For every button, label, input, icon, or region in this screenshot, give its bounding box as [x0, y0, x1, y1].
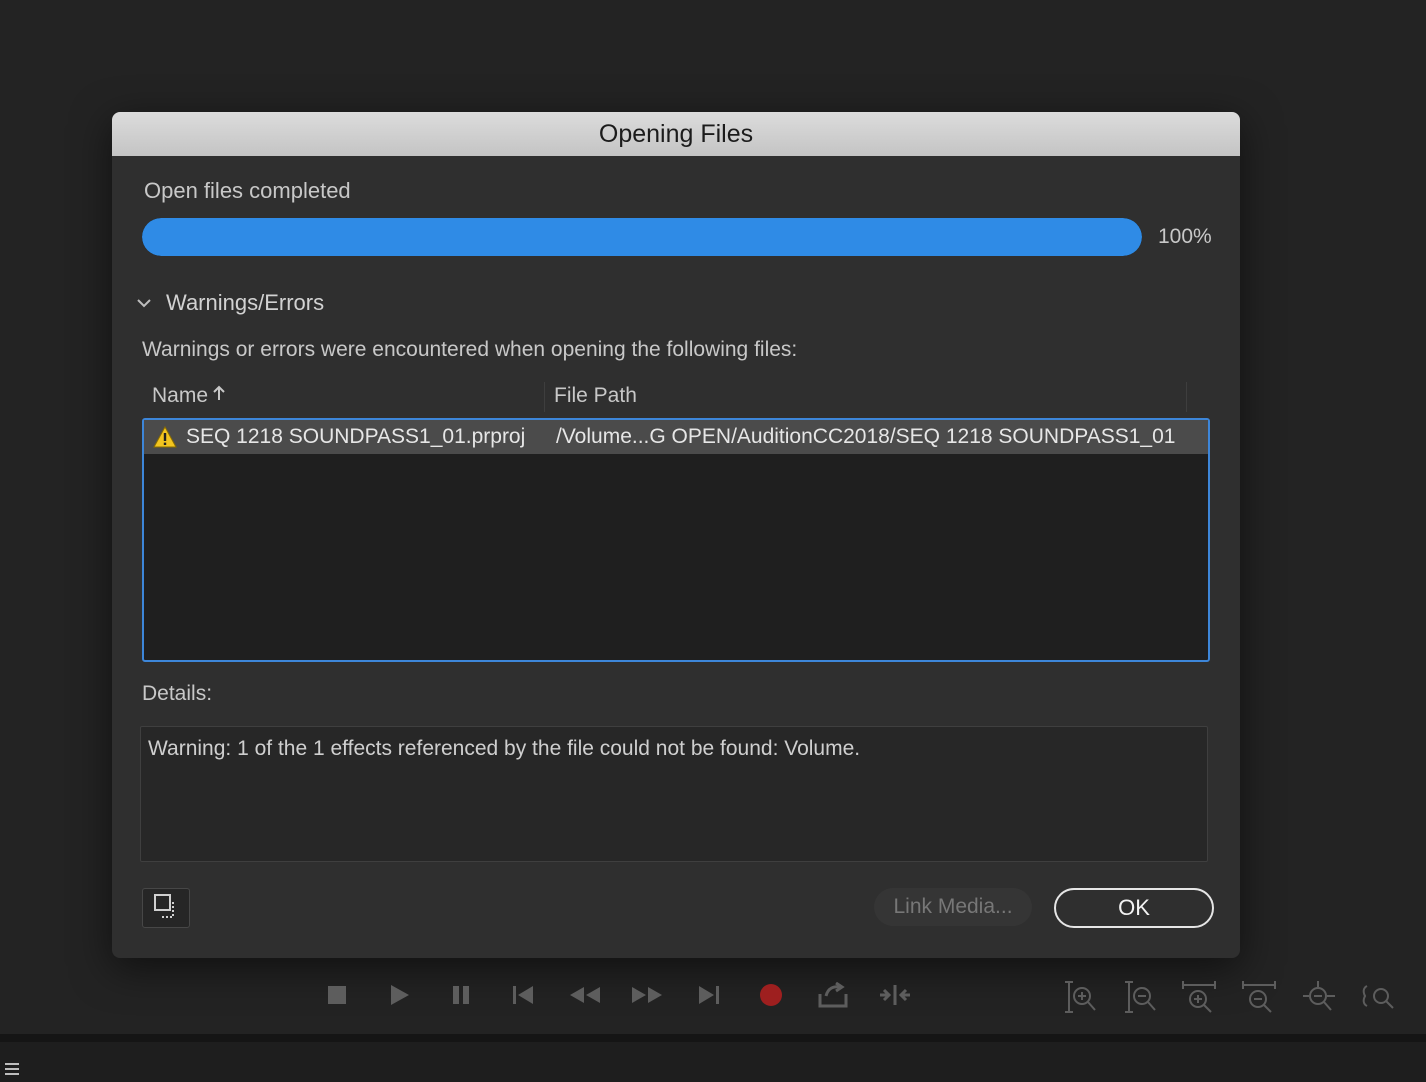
- column-header-file-path[interactable]: File Path: [554, 384, 637, 408]
- zoom-out-time-icon[interactable]: [1240, 978, 1278, 1016]
- menu-icon[interactable]: [4, 1062, 20, 1081]
- bottom-panel: [0, 1042, 1426, 1082]
- warnings-title: Warnings/Errors: [166, 290, 325, 315]
- column-divider[interactable]: [544, 382, 545, 412]
- zoom-out-amplitude-icon[interactable]: [1120, 978, 1158, 1016]
- zoom-tools: [1060, 978, 1398, 1016]
- rewind-icon[interactable]: [566, 978, 604, 1012]
- warnings-disclosure-toggle[interactable]: Warnings/Errors: [136, 290, 324, 316]
- file-row[interactable]: SEQ 1218 SOUNDPASS1_01.prproj /Volume...…: [144, 420, 1208, 454]
- copy-details-button[interactable]: [142, 888, 190, 928]
- warning-icon: [144, 426, 186, 448]
- file-name: SEQ 1218 SOUNDPASS1_01.prproj: [186, 425, 526, 448]
- progress-bar: [142, 218, 1142, 256]
- warnings-file-list[interactable]: SEQ 1218 SOUNDPASS1_01.prproj /Volume...…: [142, 418, 1210, 662]
- zoom-in-time-icon[interactable]: [1180, 978, 1218, 1016]
- column-header-name[interactable]: Name: [152, 384, 226, 408]
- fast-forward-icon[interactable]: [628, 978, 666, 1012]
- zoom-in-amplitude-icon[interactable]: [1060, 978, 1098, 1016]
- chevron-down-icon: [136, 298, 152, 308]
- warnings-description: Warnings or errors were encountered when…: [142, 338, 798, 361]
- dialog-title: Opening Files: [112, 112, 1240, 156]
- skip-to-end-icon[interactable]: [690, 978, 728, 1012]
- play-icon[interactable]: [380, 978, 418, 1012]
- zoom-selection-icon[interactable]: [1360, 978, 1398, 1016]
- stop-icon[interactable]: [318, 978, 356, 1012]
- file-path: /Volume...G OPEN/AuditionCC2018/SEQ 1218…: [556, 425, 1176, 448]
- pause-icon[interactable]: [442, 978, 480, 1012]
- ok-button[interactable]: OK: [1054, 888, 1214, 928]
- progress-percent: 100%: [1158, 225, 1212, 248]
- link-media-button[interactable]: Link Media...: [874, 888, 1032, 926]
- details-label: Details:: [142, 682, 213, 705]
- record-icon[interactable]: [752, 978, 790, 1012]
- opening-files-dialog: Opening Files Open files completed 100% …: [112, 112, 1240, 958]
- transport-controls: [318, 978, 914, 1012]
- sort-ascending-icon: [212, 384, 226, 408]
- details-text[interactable]: Warning: 1 of the 1 effects referenced b…: [140, 726, 1208, 862]
- column-header-name-label: Name: [152, 384, 209, 407]
- loop-icon[interactable]: [814, 978, 852, 1012]
- panel-divider: [0, 1034, 1426, 1042]
- status-label: Open files completed: [144, 178, 351, 203]
- skip-icon[interactable]: [876, 978, 914, 1012]
- copy-icon: [152, 892, 180, 925]
- progress-fill: [142, 218, 1142, 256]
- zoom-full-icon[interactable]: [1300, 978, 1338, 1016]
- column-divider[interactable]: [1186, 382, 1187, 412]
- skip-to-start-icon[interactable]: [504, 978, 542, 1012]
